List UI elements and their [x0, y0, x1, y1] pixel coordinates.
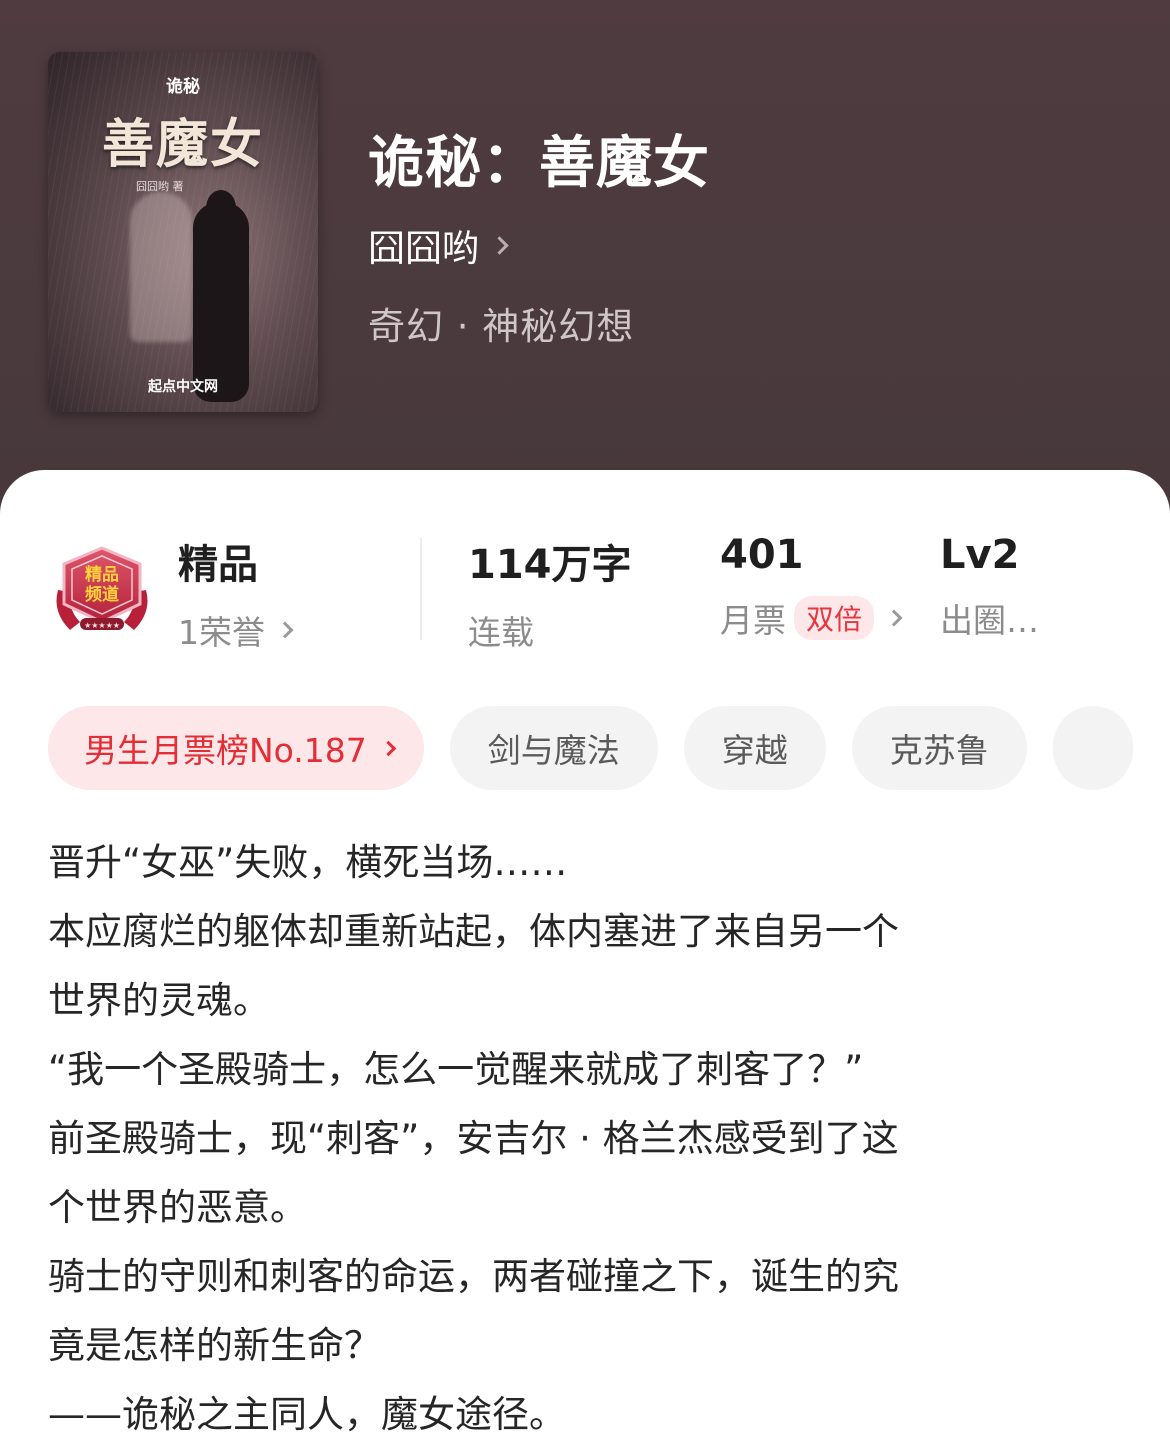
monthly-votes-value: 401: [720, 532, 804, 578]
synopsis-line: 前圣殿骑士，现“刺客”，安吉尔 · 格兰杰感受到了这: [48, 1117, 899, 1160]
rank-tag-label: 男生月票榜No.187: [84, 731, 367, 770]
synopsis-line: 个世界的恶意。: [48, 1186, 307, 1229]
author-name: 囧囧哟: [368, 227, 479, 270]
premium-label: 精品: [178, 542, 258, 588]
cover-publisher-text: 起点中文网: [148, 379, 218, 395]
synopsis-line: “我一个圣殿骑士，怎么一觉醒来就成了刺客了？”: [48, 1048, 864, 1091]
synopsis-line: ——诡秘之主同人，魔女途径。: [48, 1393, 566, 1436]
double-votes-badge: 双倍: [794, 596, 875, 640]
book-info-card: 精品 频道 ★★★★★ 精品 1荣誉 114万字 连载 401 月票 双倍 Lv…: [0, 470, 1170, 1455]
book-cover-image[interactable]: 诡秘 善魔女 囧囧哟 著 起点中文网: [48, 52, 318, 412]
level-value: Lv2: [940, 532, 1020, 578]
genre-text: 奇幻 · 神秘幻想: [368, 305, 635, 348]
cover-ghost-figure: [130, 192, 192, 342]
level-stat[interactable]: Lv2 出圈…: [940, 532, 1039, 642]
serial-status: 连载: [468, 613, 534, 652]
synopsis-line: 竟是怎样的新生命？: [48, 1324, 381, 1367]
level-label: 出圈…: [940, 601, 1039, 640]
badge-text-line2: 频道: [85, 584, 119, 605]
chevron-right-icon: [490, 235, 509, 255]
badge-text-line1: 精品: [85, 564, 119, 585]
chevron-right-icon: [885, 609, 903, 627]
cover-title-text: 善魔女: [101, 115, 264, 175]
honor-count: 1荣誉: [178, 613, 265, 652]
tag-item-partial[interactable]: [1052, 706, 1133, 790]
tag-item[interactable]: 剑与魔法: [449, 706, 658, 790]
tag-item[interactable]: 穿越: [683, 706, 826, 790]
premium-channel-badge-icon: 精品 频道 ★★★★★: [56, 546, 148, 630]
cover-author-text: 囧囧哟 著: [136, 180, 184, 193]
book-synopsis[interactable]: 晋升“女巫”失败，横死当场…… 本应腐烂的躯体却重新站起，体内塞进了来自另一个 …: [48, 828, 1128, 1449]
stat-divider: [420, 538, 422, 640]
chevron-right-icon: [276, 621, 294, 639]
synopsis-line: 晋升“女巫”失败，横死当场……: [48, 841, 568, 884]
premium-stat[interactable]: 精品 1荣誉: [178, 532, 294, 654]
chevron-right-icon: [380, 740, 397, 756]
word-count-stat: 114万字 连载: [468, 532, 632, 654]
cover-series-text: 诡秘: [166, 77, 200, 97]
cover-woman-figure: [193, 202, 249, 402]
author-link[interactable]: 囧囧哟: [368, 218, 509, 272]
monthly-votes-label: 月票: [720, 601, 786, 640]
monthly-rank-tag[interactable]: 男生月票榜No.187: [48, 706, 424, 790]
synopsis-line: 本应腐烂的躯体却重新站起，体内塞进了来自另一个: [48, 910, 899, 953]
book-header: 诡秘 善魔女 囧囧哟 著 起点中文网 诡秘：善魔女 囧囧哟 奇幻 · 神秘幻想: [0, 0, 1170, 520]
svg-text:★★★★★: ★★★★★: [84, 621, 120, 630]
word-count-value: 114万字: [468, 542, 632, 588]
monthly-votes-stat[interactable]: 401 月票 双倍: [720, 532, 903, 642]
synopsis-line: 世界的灵魂。: [48, 979, 270, 1022]
tag-list: 男生月票榜No.187 剑与魔法 穿越 克苏鲁: [48, 706, 1133, 790]
synopsis-line: 骑士的守则和刺客的命运，两者碰撞之下，诞生的究: [48, 1255, 899, 1298]
tag-item[interactable]: 克苏鲁: [851, 706, 1027, 790]
book-title: 诡秘：善魔女: [368, 131, 710, 196]
